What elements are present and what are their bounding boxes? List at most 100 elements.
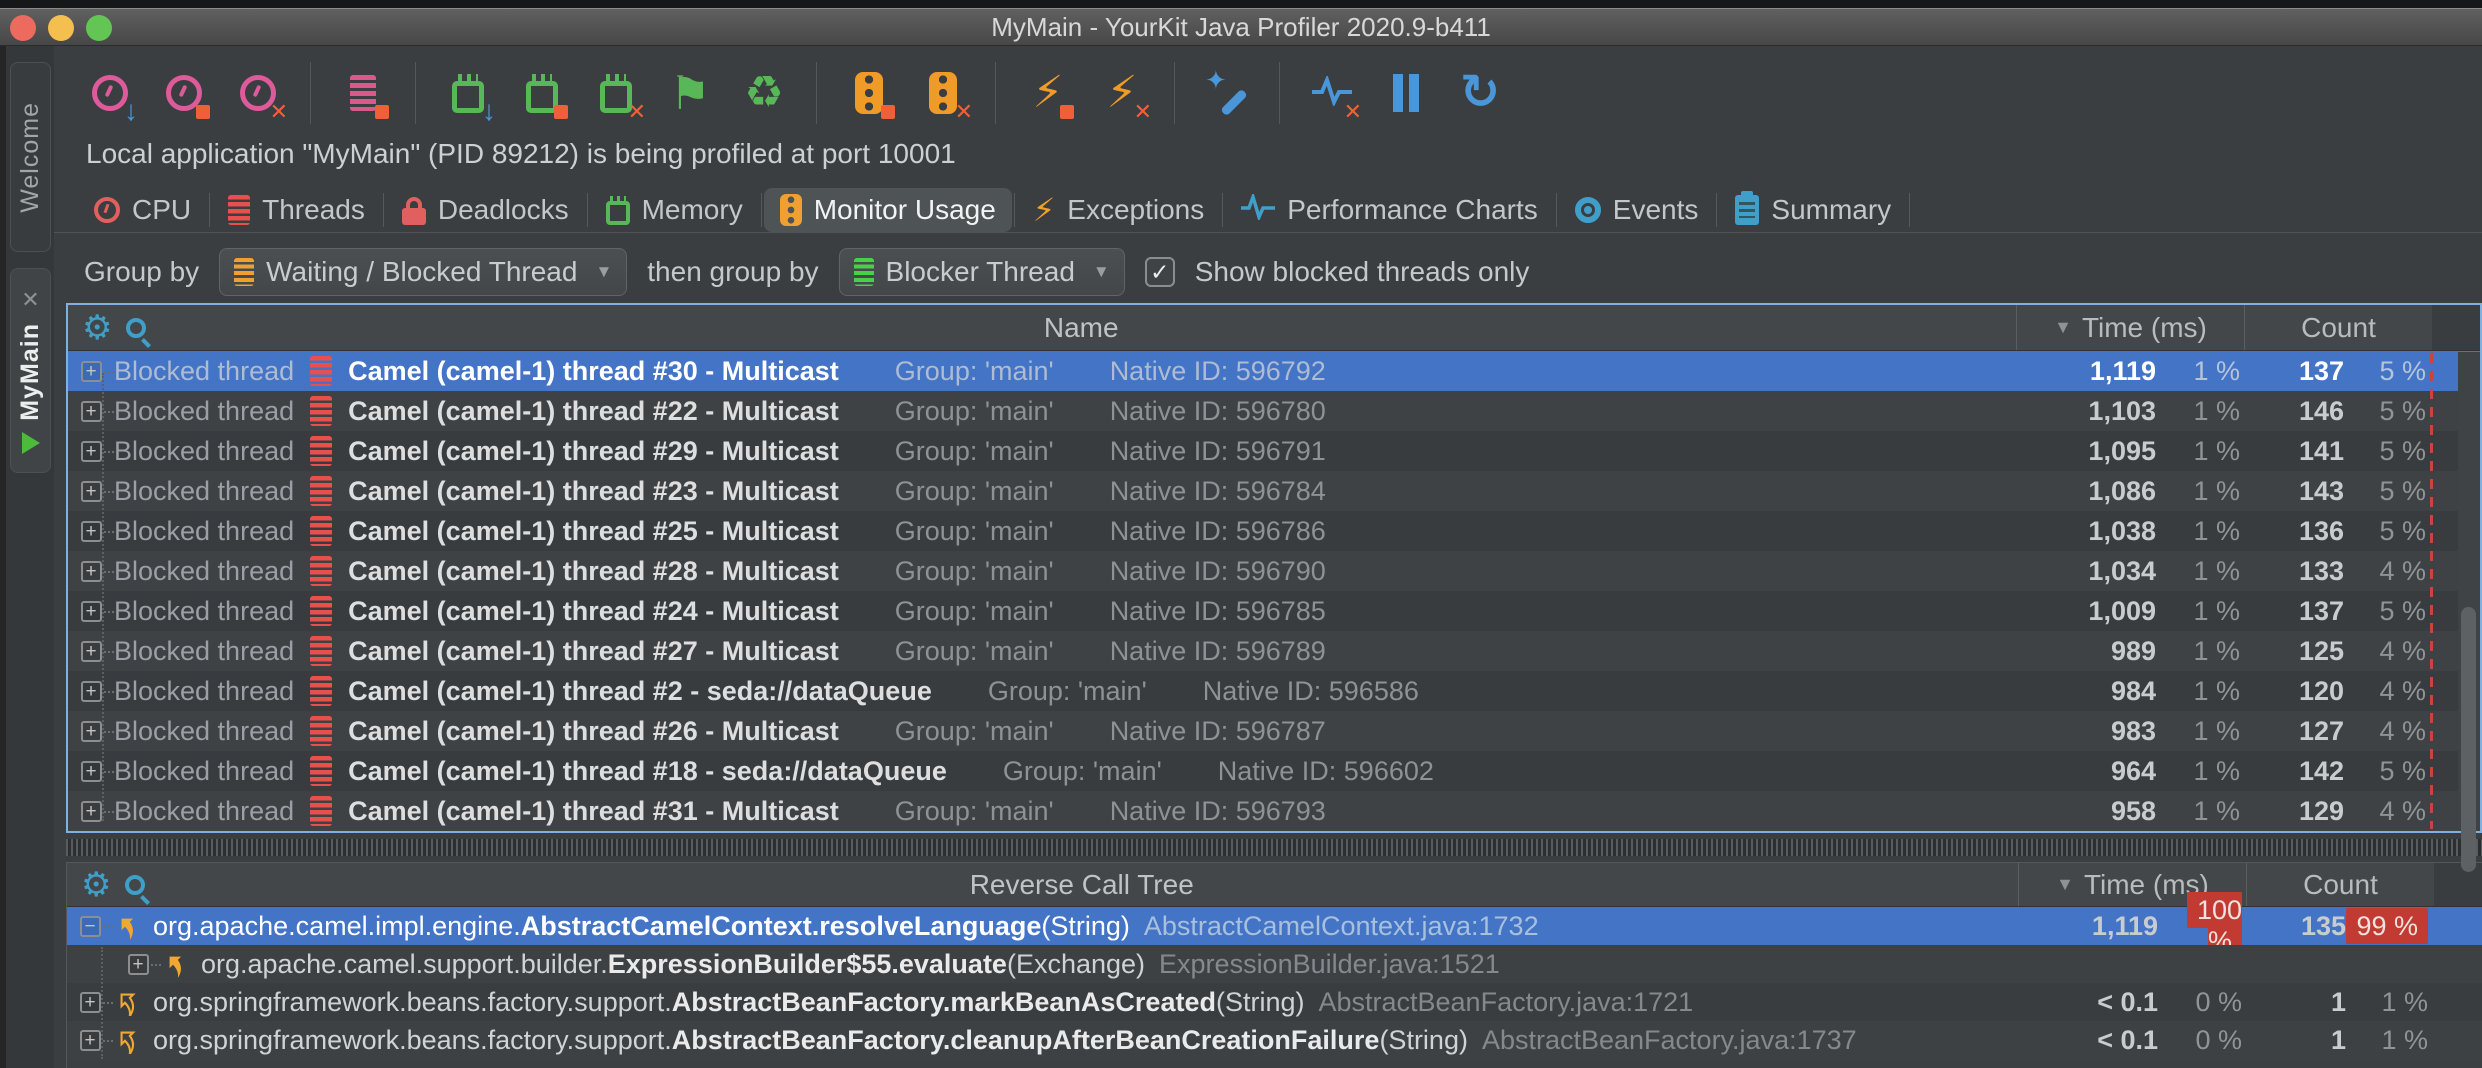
stop-thread-profiling-button[interactable]: [337, 65, 389, 121]
clear-memory-results-button[interactable]: ✕: [590, 65, 642, 121]
expand-icon[interactable]: +: [81, 721, 102, 742]
thread-row[interactable]: +Blocked threadCamel (camel-1) thread #2…: [68, 711, 2480, 751]
thread-row[interactable]: +Blocked threadCamel (camel-1) thread #1…: [68, 751, 2480, 791]
refresh-button[interactable]: ↻: [1454, 65, 1506, 121]
expand-icon[interactable]: +: [128, 954, 149, 975]
zoom-button[interactable]: [86, 15, 112, 41]
count-percent: 5 %: [2344, 516, 2432, 547]
titlebar[interactable]: MyMain - YourKit Java Profiler 2020.9-b4…: [0, 8, 2482, 46]
search-icon[interactable]: [126, 318, 146, 338]
thread-name: Camel (camel-1) thread #27 - Multicast: [348, 636, 839, 667]
tab-events[interactable]: Events: [1559, 188, 1715, 232]
thread-row[interactable]: +Blocked threadCamel (camel-1) thread #2…: [68, 671, 2480, 711]
thread-row[interactable]: +Blocked threadCamel (camel-1) thread #3…: [68, 791, 2480, 831]
clear-exception-results-button[interactable]: ⚡✕: [1096, 65, 1148, 121]
time-column-header[interactable]: ▼ Time (ms): [2016, 305, 2244, 350]
close-session-icon[interactable]: ✕: [21, 287, 39, 313]
close-button[interactable]: [10, 15, 36, 41]
name-column-header[interactable]: Name: [146, 312, 2016, 344]
force-gc-button[interactable]: ♻: [738, 65, 790, 121]
expand-icon[interactable]: +: [81, 681, 102, 702]
tab-threads[interactable]: Threads: [212, 188, 381, 232]
call-tree-row[interactable]: +org.apache.camel.support.builder.Expres…: [67, 945, 2482, 983]
thread-group: Group: 'main': [1003, 756, 1162, 787]
call-tree-row[interactable]: +org.springframework.beans.factory.suppo…: [67, 983, 2482, 1021]
expand-icon[interactable]: +: [81, 441, 102, 462]
vertical-scrollbar[interactable]: [2458, 352, 2480, 829]
minimize-button[interactable]: [48, 15, 74, 41]
search-icon[interactable]: [125, 875, 145, 895]
stop-cpu-profiling-button[interactable]: [158, 65, 210, 121]
expand-icon[interactable]: +: [81, 801, 102, 822]
thread-row[interactable]: +Blocked threadCamel (camel-1) thread #2…: [68, 551, 2480, 591]
expand-icon[interactable]: +: [81, 601, 102, 622]
expand-icon[interactable]: +: [81, 761, 102, 782]
scrollbar-thumb[interactable]: [2461, 607, 2476, 872]
start-memory-profiling-button[interactable]: ↓: [442, 65, 494, 121]
expand-icon[interactable]: +: [80, 1030, 101, 1051]
count-value: 125: [2244, 636, 2344, 667]
start-cpu-profiling-button[interactable]: ↓: [84, 65, 136, 121]
stop-exception-profiling-button[interactable]: ⚡: [1022, 65, 1074, 121]
expand-icon[interactable]: +: [81, 401, 102, 422]
then-group-by-dropdown[interactable]: Blocker Thread ▼: [839, 248, 1125, 296]
expand-icon[interactable]: +: [81, 561, 102, 582]
tab-monitor-usage[interactable]: Monitor Usage: [764, 188, 1012, 232]
show-blocked-checkbox[interactable]: ✓: [1145, 257, 1175, 287]
tab-exceptions[interactable]: ⚡Exceptions: [1017, 188, 1220, 232]
time-value: 1,009: [2016, 596, 2156, 627]
thread-name: Camel (camel-1) thread #23 - Multicast: [348, 476, 839, 507]
settings-gear-icon[interactable]: ⚙: [82, 311, 112, 345]
memory-snapshot-flag-button[interactable]: ⚑: [664, 65, 716, 121]
expand-icon[interactable]: +: [81, 361, 102, 382]
clear-telemetry-button[interactable]: ✕: [1306, 65, 1358, 121]
count-column-header[interactable]: Count: [2244, 305, 2432, 350]
memory-chip-icon: [606, 201, 630, 225]
tab-cpu[interactable]: CPU: [78, 188, 207, 232]
horizontal-scrollbar[interactable]: [66, 839, 2482, 856]
call-tree-row[interactable]: + org.springframework.beans.factory.suppo…: [67, 1021, 2482, 1059]
count-column-header[interactable]: Count: [2246, 863, 2434, 906]
thread-row[interactable]: +Blocked threadCamel (camel-1) thread #2…: [68, 391, 2480, 431]
thread-name: Camel (camel-1) thread #25 - Multicast: [348, 516, 839, 547]
toolbar-separator: [310, 62, 311, 124]
tab-deadlocks[interactable]: Deadlocks: [386, 188, 585, 232]
expand-icon[interactable]: +: [81, 521, 102, 542]
pause-button[interactable]: [1380, 65, 1432, 121]
stop-memory-profiling-button[interactable]: [516, 65, 568, 121]
thread-row[interactable]: +Blocked threadCamel (camel-1) thread #3…: [68, 351, 2480, 391]
group-by-dropdown[interactable]: Waiting / Blocked Thread ▼: [219, 248, 627, 296]
clear-cpu-results-button[interactable]: ✕: [232, 65, 284, 121]
thread-row[interactable]: +Blocked threadCamel (camel-1) thread #2…: [68, 431, 2480, 471]
call-tree-row[interactable]: − org.apache.camel.impl.engine.AbstractCa…: [67, 907, 2482, 945]
sidebar-tab-mymain[interactable]: ✕ MyMain: [10, 268, 51, 473]
clipboard-icon: [1735, 195, 1759, 225]
expand-icon[interactable]: −: [80, 916, 101, 937]
tab-summary[interactable]: Summary: [1719, 188, 1907, 232]
blocker-thread-icon: [854, 258, 874, 286]
stop-badge-icon: [1060, 105, 1074, 119]
tab-performance-charts[interactable]: Performance Charts: [1225, 188, 1554, 233]
toolbar-separator: [1174, 62, 1175, 124]
expand-cell: +: [68, 561, 114, 582]
count-percent: 5 %: [2344, 756, 2432, 787]
expand-icon[interactable]: +: [80, 992, 101, 1013]
expand-icon[interactable]: +: [81, 481, 102, 502]
count-percent: 1 %: [2346, 987, 2434, 1018]
method-signature: org.springframework.beans.factory.suppor…: [153, 1025, 1857, 1056]
thread-row[interactable]: +Blocked threadCamel (camel-1) thread #2…: [68, 471, 2480, 511]
thread-row[interactable]: +Blocked threadCamel (camel-1) thread #2…: [68, 591, 2480, 631]
inspections-wand-button[interactable]: [1201, 65, 1253, 121]
settings-gear-icon[interactable]: ⚙: [81, 868, 111, 902]
tab-label: Events: [1613, 194, 1699, 226]
stop-monitor-profiling-button[interactable]: [843, 65, 895, 121]
clear-monitor-results-button[interactable]: ✕: [917, 65, 969, 121]
thread-row[interactable]: +Blocked threadCamel (camel-1) thread #2…: [68, 511, 2480, 551]
expand-icon[interactable]: +: [81, 641, 102, 662]
thread-row[interactable]: +Blocked threadCamel (camel-1) thread #2…: [68, 631, 2480, 671]
method-signature: org.apache.camel.impl.engine.AbstractCam…: [153, 911, 1539, 942]
thread-group: Group: 'main': [895, 596, 1054, 627]
monitor-usage-table: ⚙ Name ▼ Time (ms) Count +Blocked thread…: [66, 303, 2482, 833]
tab-memory[interactable]: Memory: [590, 188, 759, 232]
sidebar-tab-welcome[interactable]: Welcome: [10, 62, 51, 252]
